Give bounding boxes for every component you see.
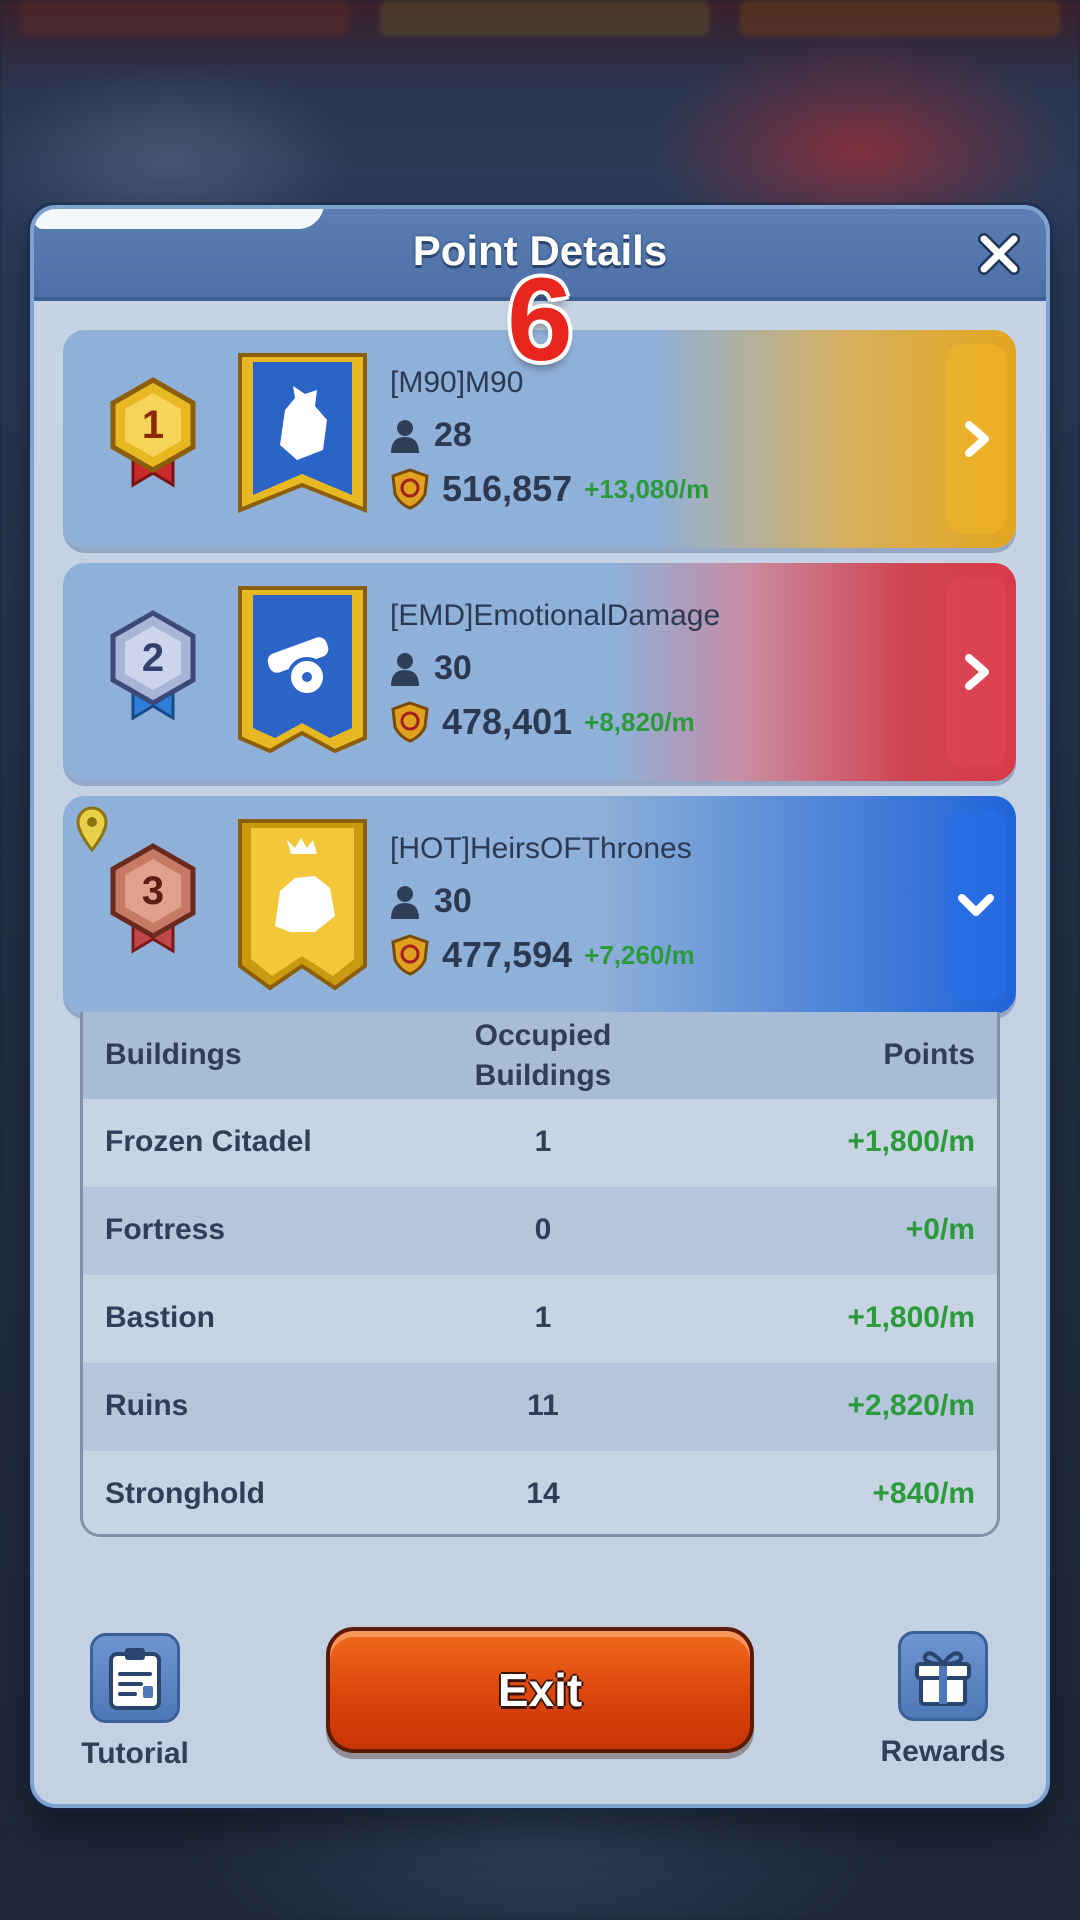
building-name: Frozen Citadel: [105, 1125, 312, 1158]
points-rate: +13,080/m: [584, 473, 710, 504]
member-count: 30: [390, 882, 472, 921]
building-points: +2,820/m: [847, 1389, 975, 1422]
rewards-button[interactable]: Rewards: [873, 1631, 1013, 1769]
building-name: Fortress: [105, 1213, 226, 1246]
chevron-right-icon: [965, 421, 989, 457]
points-value: 477,594: [442, 934, 573, 975]
chevron-right-icon: [965, 654, 989, 690]
tutorial-label: Tutorial: [81, 1737, 189, 1770]
clipboard-icon: [109, 1648, 161, 1710]
points-rate: +7,260/m: [584, 939, 695, 970]
column-header-occupied: Occupied Buildings: [443, 1016, 643, 1096]
background-resource-bar: [20, 0, 350, 36]
alliance-points: 477,594 +7,260/m: [390, 934, 695, 976]
rewards-label: Rewards: [880, 1735, 1006, 1768]
alliance-row-2[interactable]: 2 [EMD]EmotionalDamage 30 478,401 +8,820…: [63, 563, 1016, 781]
rank-number: 1: [142, 403, 164, 447]
member-count-value: 30: [434, 882, 472, 920]
building-name: Ruins: [105, 1389, 189, 1422]
alliance-name: [EMD]EmotionalDamage: [390, 599, 721, 632]
column-header-occupied-line2: Buildings: [474, 1059, 612, 1092]
occupied-count: 1: [534, 1125, 552, 1158]
member-count-value: 28: [434, 416, 472, 454]
exit-label: Exit: [497, 1664, 583, 1716]
rank-medal-silver: 2: [103, 608, 203, 728]
rank-number: 2: [142, 636, 164, 680]
table-row: Fortress 0 +0/m: [83, 1187, 997, 1275]
rank-medal-bronze: 3: [103, 841, 203, 961]
building-points: +1,800/m: [847, 1125, 975, 1158]
tutorial-icon-box: [90, 1633, 180, 1723]
alliance-points: 478,401 +8,820/m: [390, 701, 695, 743]
person-icon: [391, 652, 419, 686]
gift-icon: [915, 1651, 971, 1706]
background-resource-bar: [740, 0, 1060, 36]
building-name: Stronghold: [105, 1477, 265, 1510]
table-row: Bastion 1 +1,800/m: [83, 1275, 997, 1363]
table-header: Buildings Occupied Buildings Points: [83, 1012, 997, 1099]
table-row: Stronghold 14 +840/m: [83, 1451, 997, 1534]
occupied-count: 14: [526, 1477, 560, 1510]
buildings-table: Buildings Occupied Buildings Points Froz…: [80, 1012, 1000, 1537]
column-header-occupied-line1: Occupied: [474, 1019, 612, 1052]
member-count: 30: [390, 649, 472, 688]
building-name: Bastion: [105, 1301, 216, 1334]
alliance-banner-cannon: [235, 583, 370, 763]
table-row: Ruins 11 +2,820/m: [83, 1363, 997, 1451]
occupied-count: 1: [534, 1301, 552, 1334]
shield-points-icon: [391, 934, 429, 976]
exit-button[interactable]: Exit: [326, 1627, 754, 1753]
member-count: 28: [390, 416, 472, 455]
alliance-banner-rhino: [235, 816, 370, 996]
chevron-down-icon: [958, 894, 994, 916]
close-button[interactable]: [974, 229, 1024, 279]
background-resource-bar: [380, 0, 710, 36]
expand-button[interactable]: [946, 344, 1006, 534]
snow-decoration: [34, 209, 324, 229]
occupied-count: 0: [534, 1213, 552, 1246]
points-value: 516,857: [442, 468, 573, 509]
person-icon: [391, 419, 419, 453]
expand-button[interactable]: [946, 577, 1006, 767]
shield-points-icon: [391, 468, 429, 510]
rank-medal-gold: 1: [103, 375, 203, 495]
table-row: Frozen Citadel 1 +1,800/m: [83, 1099, 997, 1187]
shield-points-icon: [391, 701, 429, 743]
collapse-button[interactable]: [946, 810, 1006, 1000]
building-points: +840/m: [872, 1477, 975, 1510]
building-points: +1,800/m: [847, 1301, 975, 1334]
person-icon: [391, 885, 419, 919]
overlay-number: 6: [507, 254, 573, 386]
rank-number: 3: [142, 869, 164, 913]
points-value: 478,401: [442, 701, 573, 742]
column-header-points: Points: [883, 1038, 975, 1071]
tutorial-button[interactable]: Tutorial: [70, 1633, 200, 1771]
column-header-buildings: Buildings: [105, 1038, 242, 1071]
building-points: +0/m: [905, 1213, 975, 1246]
alliance-row-3[interactable]: 3 [HOT]HeirsOFThrones 30 477,594 +7,260/…: [63, 796, 1016, 1014]
occupied-count: 11: [527, 1389, 559, 1422]
points-rate: +8,820/m: [584, 706, 695, 737]
alliance-name: [HOT]HeirsOFThrones: [390, 832, 692, 865]
rewards-icon-box: [898, 1631, 988, 1721]
alliance-points: 516,857 +13,080/m: [390, 468, 709, 510]
close-icon: [978, 233, 1020, 275]
member-count-value: 30: [434, 649, 472, 687]
alliance-banner-wolf: [235, 350, 370, 530]
